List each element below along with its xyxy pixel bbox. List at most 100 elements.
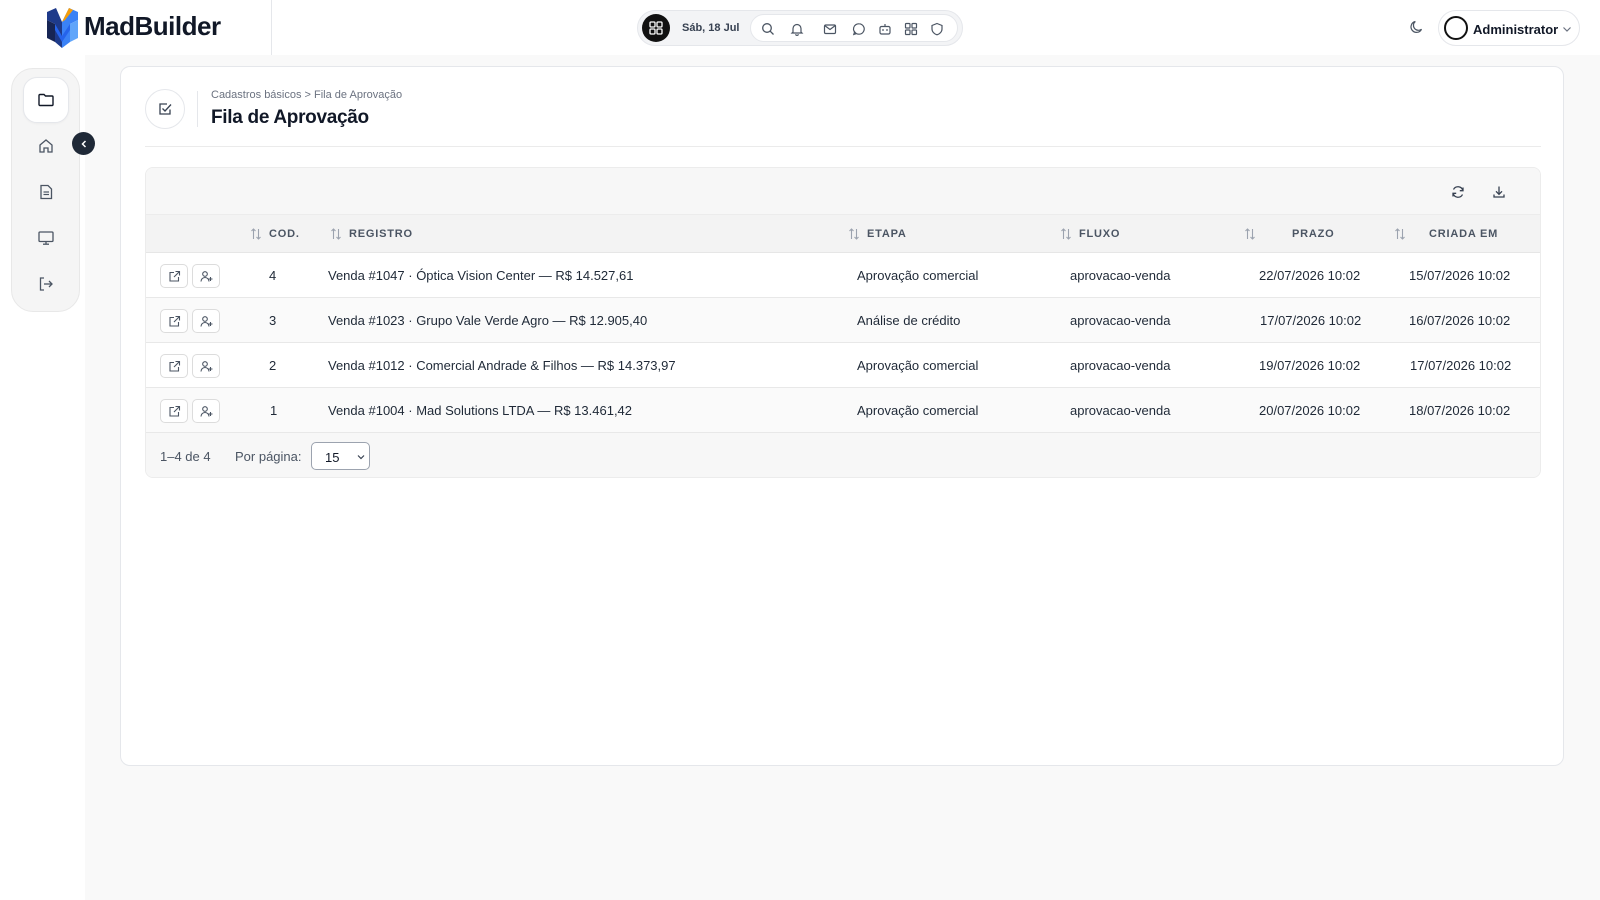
table-footer: 1–4 de 4 Por página: 15 xyxy=(146,433,1540,477)
sort-icon[interactable] xyxy=(1394,227,1406,241)
title-divider xyxy=(197,91,198,127)
external-link-icon xyxy=(168,405,180,417)
pagination-range: 1–4 de 4 xyxy=(160,449,211,464)
column-criada-em[interactable]: CRIADA EM xyxy=(1429,228,1498,240)
document-icon xyxy=(40,184,53,200)
cell-prazo: 19/07/2026 10:02 xyxy=(1259,358,1361,373)
user-plus-icon xyxy=(199,405,212,417)
external-link-icon xyxy=(168,315,180,327)
user-plus-icon xyxy=(199,270,212,282)
per-page-select[interactable]: 15 xyxy=(311,442,370,470)
chevron-left-icon xyxy=(80,139,86,148)
cell-etapa: Aprovação comercial xyxy=(857,268,979,283)
cell-fluxo: aprovacao-venda xyxy=(1070,403,1171,418)
bell-icon[interactable] xyxy=(789,21,805,37)
folder-icon xyxy=(38,93,54,107)
robot-icon[interactable] xyxy=(877,21,893,37)
logo-area[interactable]: MadBuilder xyxy=(0,0,272,55)
home-icon xyxy=(39,139,53,153)
cell-registro: Venda #1004 · Mad Solutions LTDA — R$ 13… xyxy=(328,403,633,418)
external-link-icon xyxy=(168,270,180,282)
column-cod[interactable]: COD. xyxy=(269,228,300,240)
column-registro[interactable]: REGISTRO xyxy=(349,228,413,240)
sort-icon[interactable] xyxy=(330,227,342,241)
page-title: Fila de Aprovação xyxy=(211,107,369,128)
cell-criada-em: 17/07/2026 10:02 xyxy=(1410,358,1512,373)
content-card: Cadastros básicos > Fila de Aprovação Fi… xyxy=(120,66,1564,766)
column-etapa[interactable]: ETAPA xyxy=(867,228,907,240)
open-record-button[interactable] xyxy=(160,309,188,333)
shield-icon[interactable] xyxy=(929,21,945,37)
sidebar-item-documents[interactable] xyxy=(23,169,69,215)
cell-cod: 4 xyxy=(269,268,277,283)
table-row[interactable]: 1 Venda #1004 · Mad Solutions LTDA — R$ … xyxy=(146,388,1540,433)
sidebar-item-home[interactable] xyxy=(23,123,69,169)
search-icon[interactable] xyxy=(760,21,776,37)
approval-table: COD. REGISTRO ETAPA FLUXO PRAZO CRIADA E… xyxy=(145,167,1541,478)
open-record-button[interactable] xyxy=(160,354,188,378)
logout-icon xyxy=(39,277,53,291)
sort-icon[interactable] xyxy=(848,227,860,241)
sidebar-collapse-button[interactable] xyxy=(72,132,95,155)
cell-cod: 2 xyxy=(269,358,277,373)
brand-name: MadBuilder xyxy=(84,11,221,41)
title-rule xyxy=(145,146,1541,147)
page-icon xyxy=(145,89,185,129)
chat-icon[interactable] xyxy=(851,21,867,37)
open-record-button[interactable] xyxy=(160,264,188,288)
open-record-button[interactable] xyxy=(160,399,188,423)
user-menu[interactable]: Administrator xyxy=(1438,10,1580,46)
current-date: Sáb, 18 Jul xyxy=(682,22,740,34)
assign-user-button[interactable] xyxy=(192,309,220,333)
cell-fluxo: aprovacao-venda xyxy=(1070,358,1171,373)
assign-user-button[interactable] xyxy=(192,354,220,378)
cell-prazo: 17/07/2026 10:02 xyxy=(1260,313,1362,328)
cell-criada-em: 18/07/2026 10:02 xyxy=(1409,403,1511,418)
download-button[interactable] xyxy=(1489,182,1509,202)
assign-user-button[interactable] xyxy=(192,264,220,288)
sidebar-item-logout[interactable] xyxy=(23,261,69,307)
table-row[interactable]: 4 Venda #1047 · Óptica Vision Center — R… xyxy=(146,253,1540,298)
quick-actions-bar: Sáb, 18 Jul xyxy=(637,10,963,46)
cell-prazo: 22/07/2026 10:02 xyxy=(1259,268,1361,283)
mail-icon[interactable] xyxy=(822,21,838,37)
column-fluxo[interactable]: FLUXO xyxy=(1079,228,1120,240)
assign-user-button[interactable] xyxy=(192,399,220,423)
sidebar xyxy=(11,68,80,312)
cell-cod: 1 xyxy=(270,403,278,418)
cell-cod: 3 xyxy=(269,313,277,328)
cell-criada-em: 15/07/2026 10:02 xyxy=(1409,268,1511,283)
apps-grid-icon xyxy=(649,21,663,35)
apps-button[interactable] xyxy=(642,14,670,42)
breadcrumb: Cadastros básicos > Fila de Aprovação xyxy=(211,89,403,101)
chevron-down-icon xyxy=(1563,27,1571,32)
cell-etapa: Aprovação comercial xyxy=(857,358,979,373)
dark-mode-toggle[interactable] xyxy=(1409,19,1427,37)
grid-icon[interactable] xyxy=(903,21,919,37)
sort-icon[interactable] xyxy=(250,227,262,241)
cell-registro: Venda #1012 · Comercial Andrade & Filhos… xyxy=(328,358,676,373)
sidebar-item-folder[interactable] xyxy=(23,77,69,123)
download-icon xyxy=(1493,186,1505,198)
refresh-button[interactable] xyxy=(1448,182,1468,202)
sort-icon[interactable] xyxy=(1244,227,1256,241)
quick-icons xyxy=(750,14,958,42)
column-prazo[interactable]: PRAZO xyxy=(1292,228,1335,240)
sidebar-item-monitor[interactable] xyxy=(23,215,69,261)
user-plus-icon xyxy=(199,360,212,372)
cell-prazo: 20/07/2026 10:02 xyxy=(1259,403,1361,418)
table-row[interactable]: 3 Venda #1023 · Grupo Vale Verde Agro — … xyxy=(146,298,1540,343)
table-row[interactable]: 2 Venda #1012 · Comercial Andrade & Filh… xyxy=(146,343,1540,388)
cell-etapa: Análise de crédito xyxy=(857,313,961,328)
user-name: Administrator xyxy=(1473,22,1559,37)
top-header: MadBuilder Sáb, 18 Jul Administrator xyxy=(0,0,1600,55)
per-page-label: Por página: xyxy=(235,449,302,464)
cell-etapa: Aprovação comercial xyxy=(857,403,979,418)
table-header: COD. REGISTRO ETAPA FLUXO PRAZO CRIADA E… xyxy=(146,215,1540,253)
checkbox-checked-icon xyxy=(159,103,172,115)
monitor-icon xyxy=(38,231,54,245)
cell-fluxo: aprovacao-venda xyxy=(1070,268,1171,283)
cell-fluxo: aprovacao-venda xyxy=(1070,313,1171,328)
sort-icon[interactable] xyxy=(1060,227,1072,241)
madbuilder-logo-icon xyxy=(47,8,78,48)
